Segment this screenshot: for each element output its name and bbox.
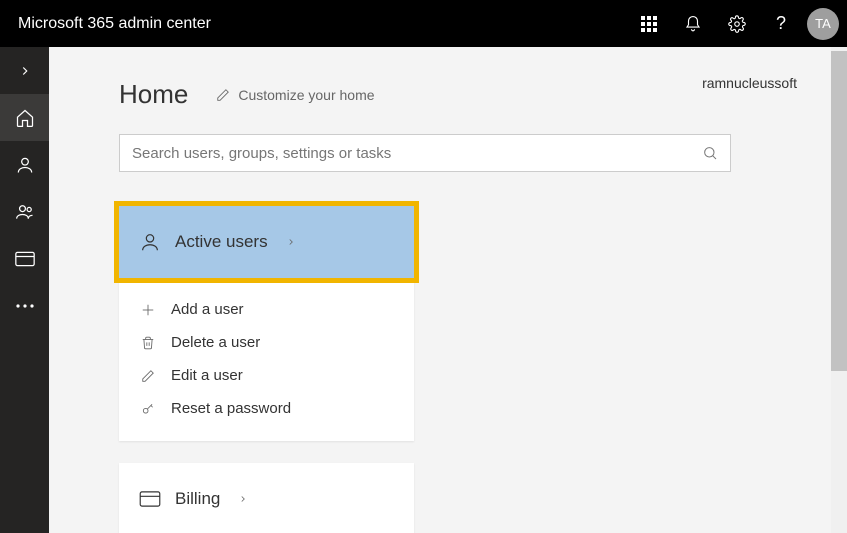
pencil-icon [139, 369, 157, 383]
scroll-thumb[interactable] [831, 51, 847, 371]
customize-label: Customize your home [238, 87, 374, 103]
active-users-card: Active users Add a user Delete a user [119, 201, 414, 441]
sidebar-item-billing[interactable] [0, 235, 49, 282]
search-icon [702, 145, 718, 161]
chevron-right-icon [238, 494, 248, 504]
app-launcher-icon[interactable] [627, 0, 671, 47]
sidebar [0, 47, 49, 533]
help-icon[interactable]: ? [759, 0, 803, 47]
settings-icon[interactable] [715, 0, 759, 47]
chevron-right-icon [286, 237, 296, 247]
content-area: ramnucleussoft Home Customize your home … [49, 47, 847, 533]
pencil-icon [216, 88, 230, 102]
edit-user-label: Edit a user [171, 367, 243, 384]
reset-password-label: Reset a password [171, 400, 291, 417]
plus-icon [139, 303, 157, 317]
sidebar-item-users[interactable] [0, 141, 49, 188]
delete-user-label: Delete a user [171, 334, 260, 351]
app-title: Microsoft 365 admin center [0, 15, 627, 33]
trash-icon [139, 336, 157, 350]
add-user-link[interactable]: Add a user [119, 293, 414, 326]
billing-title: Billing [175, 489, 220, 509]
top-bar: Microsoft 365 admin center ? TA [0, 0, 847, 47]
billing-header[interactable]: Billing [119, 463, 414, 533]
card-icon [139, 491, 161, 507]
topbar-actions: ? TA [627, 0, 847, 47]
person-icon [139, 231, 161, 253]
search-input[interactable] [132, 145, 702, 162]
avatar[interactable]: TA [807, 8, 839, 40]
active-users-options: Add a user Delete a user Edit a user Res… [119, 283, 414, 441]
tenant-name: ramnucleussoft [702, 75, 797, 91]
customize-home-link[interactable]: Customize your home [216, 87, 374, 103]
sidebar-item-more[interactable] [0, 282, 49, 329]
sidebar-expand[interactable] [0, 47, 49, 94]
sidebar-item-groups[interactable] [0, 188, 49, 235]
key-icon [139, 402, 157, 416]
sidebar-item-home[interactable] [0, 94, 49, 141]
edit-user-link[interactable]: Edit a user [119, 359, 414, 392]
notifications-icon[interactable] [671, 0, 715, 47]
active-users-title: Active users [175, 232, 268, 252]
search-box[interactable] [119, 134, 731, 172]
page-title: Home [119, 79, 188, 110]
active-users-header[interactable]: Active users [119, 206, 414, 278]
billing-card: Billing Total balance: None [119, 463, 414, 533]
delete-user-link[interactable]: Delete a user [119, 326, 414, 359]
highlight-frame: Active users [114, 201, 419, 283]
scrollbar[interactable] [831, 47, 847, 533]
reset-password-link[interactable]: Reset a password [119, 392, 414, 425]
add-user-label: Add a user [171, 301, 244, 318]
